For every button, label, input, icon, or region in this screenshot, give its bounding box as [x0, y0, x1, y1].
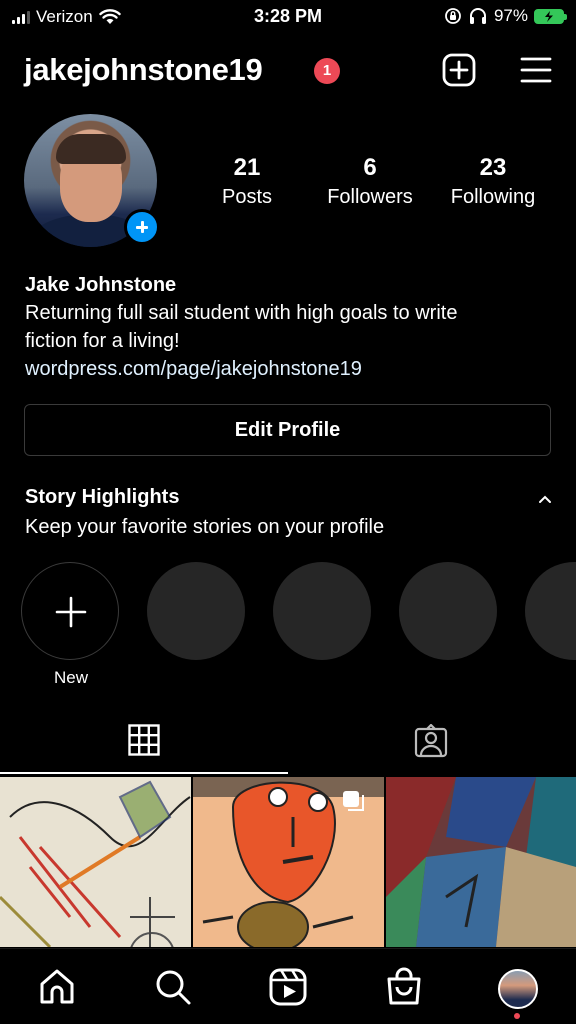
posts-grid	[0, 777, 576, 947]
profile-avatar[interactable]	[498, 969, 538, 1009]
edit-profile-button[interactable]: Edit Profile	[24, 404, 551, 456]
bio-link[interactable]: wordpress.com/page/jakejohnstone19	[25, 355, 555, 383]
post-thumbnail[interactable]	[193, 777, 384, 947]
followers-label: Followers	[327, 186, 413, 208]
add-story-plus-icon[interactable]	[124, 209, 160, 245]
active-tab-indicator	[0, 772, 288, 774]
tab-tagged[interactable]	[288, 716, 576, 774]
following-count: 23	[479, 154, 507, 181]
battery-percent: 97%	[493, 6, 528, 25]
posts-label: Posts	[221, 186, 273, 208]
post-thumbnail[interactable]	[0, 777, 191, 947]
profile-bio: Jake Johnstone Returning full sail stude…	[25, 271, 555, 383]
followers-count: 6	[363, 154, 377, 181]
display-name: Jake Johnstone	[25, 274, 177, 296]
post-thumbnail[interactable]	[386, 777, 576, 947]
chevron-up-icon[interactable]	[538, 492, 552, 506]
orientation-lock-icon	[445, 8, 461, 24]
grid-icon	[128, 724, 160, 756]
stat-posts[interactable]: 21 Posts	[207, 154, 287, 209]
search-icon[interactable]	[153, 967, 193, 1007]
battery-icon	[534, 8, 567, 24]
plus-square-icon[interactable]	[442, 53, 476, 87]
stat-following[interactable]: 23 Following	[440, 154, 546, 209]
reels-icon[interactable]	[268, 967, 308, 1007]
story-highlights-title: Story Highlights	[25, 486, 180, 508]
profile-header: jakejohnstone19 1	[24, 48, 552, 94]
following-label: Following	[450, 186, 536, 208]
tagged-person-icon	[414, 724, 448, 758]
highlight-placeholder	[273, 562, 371, 660]
highlight-placeholder	[525, 562, 576, 660]
shop-icon[interactable]	[384, 967, 424, 1007]
tab-posts-grid[interactable]	[0, 716, 288, 774]
new-highlight-label: New	[53, 668, 88, 687]
new-highlight-button[interactable]	[21, 562, 119, 660]
plus-icon	[55, 596, 87, 628]
bio-line-1: Returning full sail student with high go…	[25, 302, 458, 324]
highlight-placeholder	[147, 562, 245, 660]
hamburger-menu-icon[interactable]	[520, 56, 552, 84]
home-icon[interactable]	[37, 967, 77, 1007]
story-highlights-subtitle: Keep your favorite stories on your profi…	[25, 516, 385, 538]
stat-followers[interactable]: 6 Followers	[316, 154, 424, 209]
bottom-navigation	[0, 948, 576, 1024]
posts-count: 21	[233, 154, 261, 181]
username-title[interactable]: jakejohnstone19	[24, 52, 263, 88]
headphones-icon	[469, 8, 486, 24]
status-bar: Verizon 3:28 PM 97%	[0, 0, 576, 34]
bio-line-2: fiction for a living!	[25, 330, 180, 352]
status-right: 97%	[444, 6, 567, 26]
highlight-placeholder	[399, 562, 497, 660]
notification-dot	[514, 1013, 520, 1019]
notification-badge[interactable]: 1	[314, 58, 340, 84]
